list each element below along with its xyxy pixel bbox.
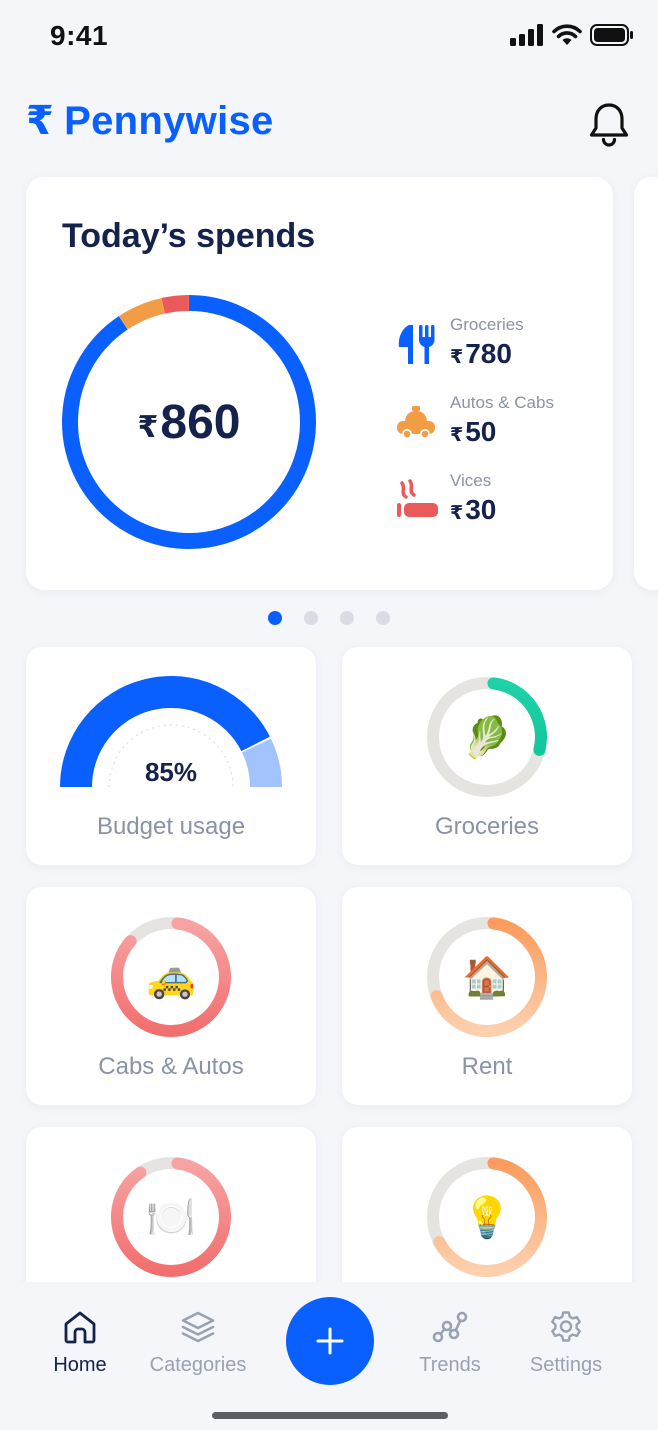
- cigarette-icon: [397, 479, 438, 517]
- wifi-icon: [552, 24, 582, 45]
- nav-item-trends[interactable]: Trends: [390, 1310, 510, 1377]
- legend-item-autos-cabs: Autos & Cabs ₹50: [392, 393, 602, 471]
- category-label: Groceries: [434, 813, 540, 840]
- notification-bell-icon[interactable]: [586, 100, 632, 148]
- legend-label-vices: Vices: [450, 471, 492, 490]
- light-bulb-icon: 💡: [462, 1195, 512, 1240]
- nav-label-home: Home: [53, 1354, 107, 1376]
- carousel-dot[interactable]: [304, 611, 318, 625]
- status-icons: [510, 24, 634, 46]
- spends-legend: Groceries ₹780 Autos & Cabs ₹50 Vices ₹3…: [392, 315, 602, 549]
- app-header: ₹ Pennywise: [26, 98, 632, 158]
- cellular-signal-icon: [510, 24, 543, 46]
- legend-label-groceries: Groceries: [450, 315, 524, 334]
- total-currency: ₹: [137, 410, 159, 444]
- gear-icon: [551, 1311, 581, 1342]
- house-icon: 🏠: [462, 955, 512, 1000]
- nav-label-trends: Trends: [419, 1354, 481, 1376]
- spends-total: ₹ 860: [60, 293, 318, 551]
- plus-icon: [316, 1327, 344, 1355]
- fork-knife-icon: [398, 325, 435, 364]
- carousel-dot[interactable]: [340, 611, 354, 625]
- trends-icon: [432, 1311, 468, 1343]
- plate-cutlery-icon: 🍽️: [146, 1195, 196, 1240]
- category-label: Rent: [461, 1053, 513, 1080]
- budget-usage-percent: 85%: [144, 757, 198, 787]
- nav-label-settings: Settings: [529, 1354, 603, 1376]
- bottom-navigation: Home Categories Trends Settings: [0, 1282, 658, 1430]
- nav-item-categories[interactable]: Categories: [138, 1310, 258, 1377]
- app-name: Pennywise: [64, 98, 274, 143]
- category-tile-cabs-autos[interactable]: 🚕 Cabs & Autos: [26, 887, 316, 1105]
- category-tile-groceries[interactable]: 🥬 Groceries: [342, 647, 632, 865]
- app-brand: ₹ Pennywise: [26, 98, 632, 144]
- legend-item-vices: Vices ₹30: [392, 471, 602, 549]
- nav-item-home[interactable]: Home: [20, 1310, 140, 1377]
- category-tile-rent[interactable]: 🏠 Rent: [342, 887, 632, 1105]
- budget-usage-label: Budget usage: [96, 813, 246, 840]
- rupee-logo-icon: ₹: [26, 99, 55, 143]
- carousel-dot[interactable]: [268, 611, 282, 625]
- battery-icon: [590, 24, 633, 46]
- add-expense-button[interactable]: [286, 1297, 374, 1385]
- status-time: 9:41: [50, 20, 109, 51]
- lettuce-icon: 🥬: [462, 715, 512, 760]
- taxi-icon: [397, 406, 435, 439]
- todays-spends-card[interactable]: Today’s spends ₹ 860 Groceries ₹780 Auto…: [26, 177, 613, 590]
- layers-icon: [181, 1311, 215, 1343]
- total-amount: 860: [160, 395, 241, 449]
- nav-label-categories: Categories: [149, 1354, 247, 1376]
- nav-item-settings[interactable]: Settings: [506, 1310, 626, 1377]
- legend-value-autos-cabs: ₹50: [450, 416, 497, 447]
- legend-item-groceries: Groceries ₹780: [392, 315, 602, 393]
- carousel-dot[interactable]: [376, 611, 390, 625]
- todays-spends-title: Today’s spends: [62, 217, 316, 255]
- home-indicator: [212, 1412, 448, 1419]
- category-label: Cabs & Autos: [98, 1053, 244, 1080]
- taxi-emoji-icon: 🚕: [146, 955, 196, 1000]
- budget-usage-tile[interactable]: 85% Budget usage: [26, 647, 316, 865]
- next-carousel-card[interactable]: [634, 177, 658, 590]
- spends-donut-chart: ₹ 860: [60, 293, 318, 551]
- carousel-pagination: [0, 611, 658, 625]
- legend-value-groceries: ₹780: [450, 338, 512, 369]
- legend-value-vices: ₹30: [450, 494, 497, 525]
- legend-label-autos-cabs: Autos & Cabs: [450, 393, 554, 412]
- status-bar: 9:41: [0, 0, 658, 78]
- home-icon: [64, 1311, 96, 1344]
